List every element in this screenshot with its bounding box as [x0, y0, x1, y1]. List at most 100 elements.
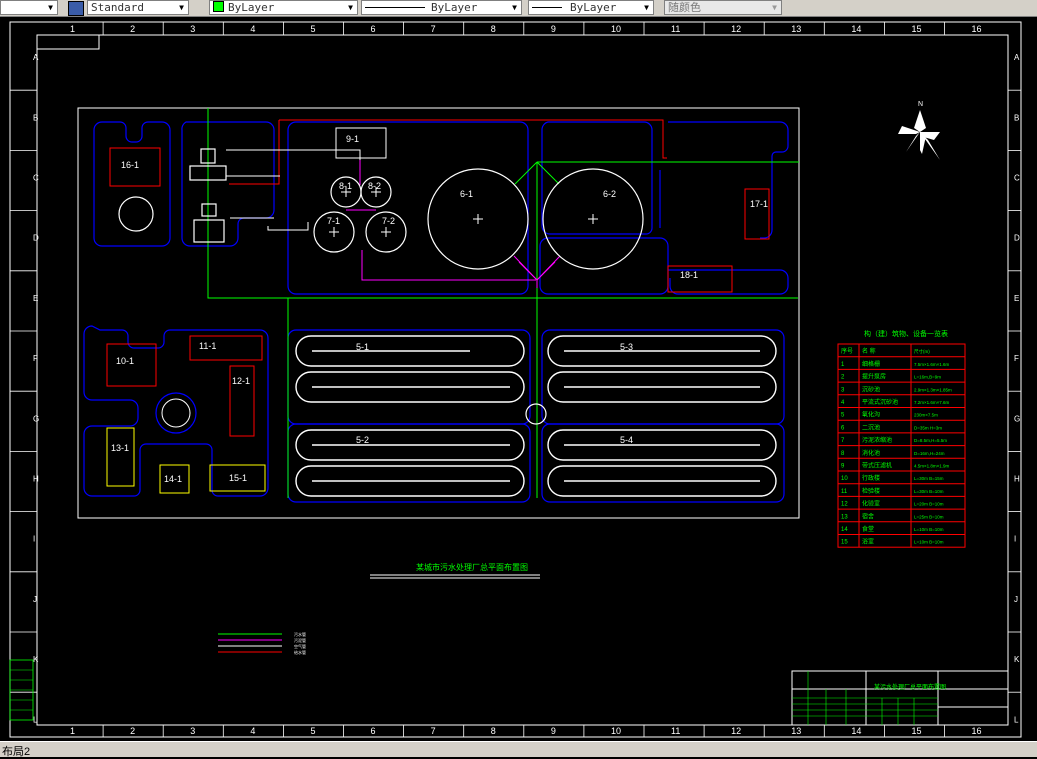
- table-cell: 6: [841, 425, 845, 431]
- oxidation-ditches: [295, 335, 777, 497]
- table-cell: 消化池: [862, 449, 880, 457]
- table-cell: 2.9m×1.3m×1.85m: [914, 387, 952, 392]
- distribution-well: [525, 403, 547, 425]
- table-cell: 检验楼: [862, 487, 880, 495]
- properties-toolbar: ▼ Standard ▼ ByLayer ▼ ByLayer ▼ ByLayer ▼ 随…: [0, 0, 1037, 17]
- column-label: 14: [851, 24, 861, 34]
- table-cell: L=10m B=10m: [914, 540, 944, 545]
- column-labels: 1122334455667788991010111112121313141415…: [70, 24, 982, 736]
- label-11-1: 11-1: [199, 341, 216, 351]
- row-label: I: [1014, 535, 1016, 544]
- chevron-down-icon: ▼: [512, 3, 517, 12]
- title-block: [791, 670, 1009, 726]
- column-label: 7: [431, 24, 436, 34]
- column-label: 14: [851, 726, 861, 736]
- plot-style-value: 随颜色: [668, 1, 701, 14]
- column-label: 13: [791, 24, 801, 34]
- label-8-1: 8-1: [339, 181, 352, 191]
- column-label: 16: [972, 726, 982, 736]
- row-label: G: [33, 414, 39, 423]
- row-label: H: [33, 475, 39, 484]
- table-cell: 宿舍: [862, 512, 874, 520]
- color-dropdown[interactable]: ByLayer ▼: [209, 0, 358, 15]
- row-label: B: [33, 113, 38, 122]
- chevron-down-icon: ▼: [348, 3, 353, 12]
- building-9-1: [335, 127, 387, 159]
- row-label: F: [1014, 354, 1019, 363]
- column-label: 12: [731, 726, 741, 736]
- text-style-dropdown[interactable]: Standard ▼: [87, 0, 189, 15]
- plot-style-dropdown[interactable]: 随颜色 ▼: [664, 0, 782, 15]
- layer-dropdown[interactable]: ▼: [0, 0, 58, 15]
- table-cell: L=10m B=10m: [914, 527, 944, 532]
- top-left-box: [36, 34, 100, 50]
- chevron-down-icon: ▼: [772, 3, 777, 12]
- column-label: 1: [70, 726, 75, 736]
- unit-grit: [201, 203, 217, 217]
- table-title: 构（建）筑物、设备一览表: [864, 329, 948, 338]
- svg-text:污泥管: 污泥管: [294, 637, 306, 643]
- column-label: 12: [731, 24, 741, 34]
- label-6-2: 6-2: [603, 189, 616, 199]
- lineweight-dropdown[interactable]: ByLayer ▼: [528, 0, 654, 15]
- label-10-1: 10-1: [116, 356, 134, 366]
- titleblock-name: 某污水处理厂总平面布置图: [874, 683, 946, 691]
- label-13-1: 13-1: [111, 443, 129, 453]
- chevron-down-icon: ▼: [48, 3, 53, 12]
- label-16-1: 16-1: [121, 160, 139, 170]
- row-label: C: [1014, 174, 1020, 183]
- table-cell: 10: [841, 476, 848, 482]
- table-cell: 带式压滤机: [862, 462, 892, 470]
- row-label: L: [1014, 715, 1019, 724]
- label-14-1: 14-1: [164, 474, 182, 484]
- table-cell: 二沉池: [862, 423, 880, 431]
- table-cell: 7.5m×1.6m×1.6m: [914, 362, 950, 367]
- row-label: D: [1014, 234, 1020, 243]
- column-label: 15: [911, 726, 921, 736]
- table-cell: 14: [841, 527, 848, 533]
- column-label: 8: [491, 726, 496, 736]
- svg-text:污水管: 污水管: [294, 631, 306, 637]
- building-17-1: [744, 188, 770, 240]
- table-cell: 7.2m×1.6m×7.6m: [914, 400, 950, 405]
- label-7-2: 7-2: [382, 216, 395, 226]
- table-cell: 12: [841, 502, 848, 508]
- column-label: 11: [671, 24, 680, 34]
- label-6-1: 6-1: [460, 189, 473, 199]
- table-cell: 4.5m×1.8m×1.9m: [914, 464, 950, 469]
- row-label: L: [33, 715, 38, 724]
- table-cell: 15: [841, 540, 848, 546]
- drawing-canvas[interactable]: 1122334455667788991010111112121313141415…: [0, 17, 1037, 741]
- table-cell: 13: [841, 514, 848, 520]
- column-label: 7: [431, 726, 436, 736]
- label-7-1: 7-1: [327, 216, 340, 226]
- chevron-down-icon: ▼: [179, 3, 184, 12]
- column-label: 16: [972, 24, 982, 34]
- row-label: J: [33, 595, 37, 604]
- column-label: 13: [791, 726, 801, 736]
- text-style-value: Standard: [91, 1, 144, 14]
- table-cell: 2: [841, 375, 845, 381]
- color-swatch: [213, 1, 224, 12]
- column-label: 3: [190, 726, 195, 736]
- table-cell: 平流式沉砂池: [862, 398, 898, 406]
- linetype-dropdown[interactable]: ByLayer ▼: [361, 0, 522, 15]
- table-cell: 行政楼: [862, 474, 880, 482]
- row-label: D: [33, 234, 39, 243]
- unit-grit-chamber: [193, 219, 225, 243]
- table-cell: 7: [841, 438, 845, 444]
- linetype-value: ByLayer: [431, 1, 478, 14]
- column-label: 6: [371, 24, 376, 34]
- row-label: A: [33, 53, 39, 62]
- table-cell: L=30m B=10m: [914, 489, 944, 494]
- column-label: 2: [130, 726, 135, 736]
- lineweight-value: ByLayer: [570, 1, 617, 14]
- text-style-icon[interactable]: [68, 1, 84, 16]
- label-17-1: 17-1: [750, 199, 768, 209]
- table-cell: 提升泵房: [862, 373, 886, 381]
- row-label: J: [1014, 595, 1018, 604]
- table-header-cell: 名 称: [862, 347, 876, 355]
- row-label: E: [33, 294, 38, 303]
- table-cell: 9: [841, 464, 845, 470]
- table-cell: D=16m,H=24m: [914, 451, 945, 456]
